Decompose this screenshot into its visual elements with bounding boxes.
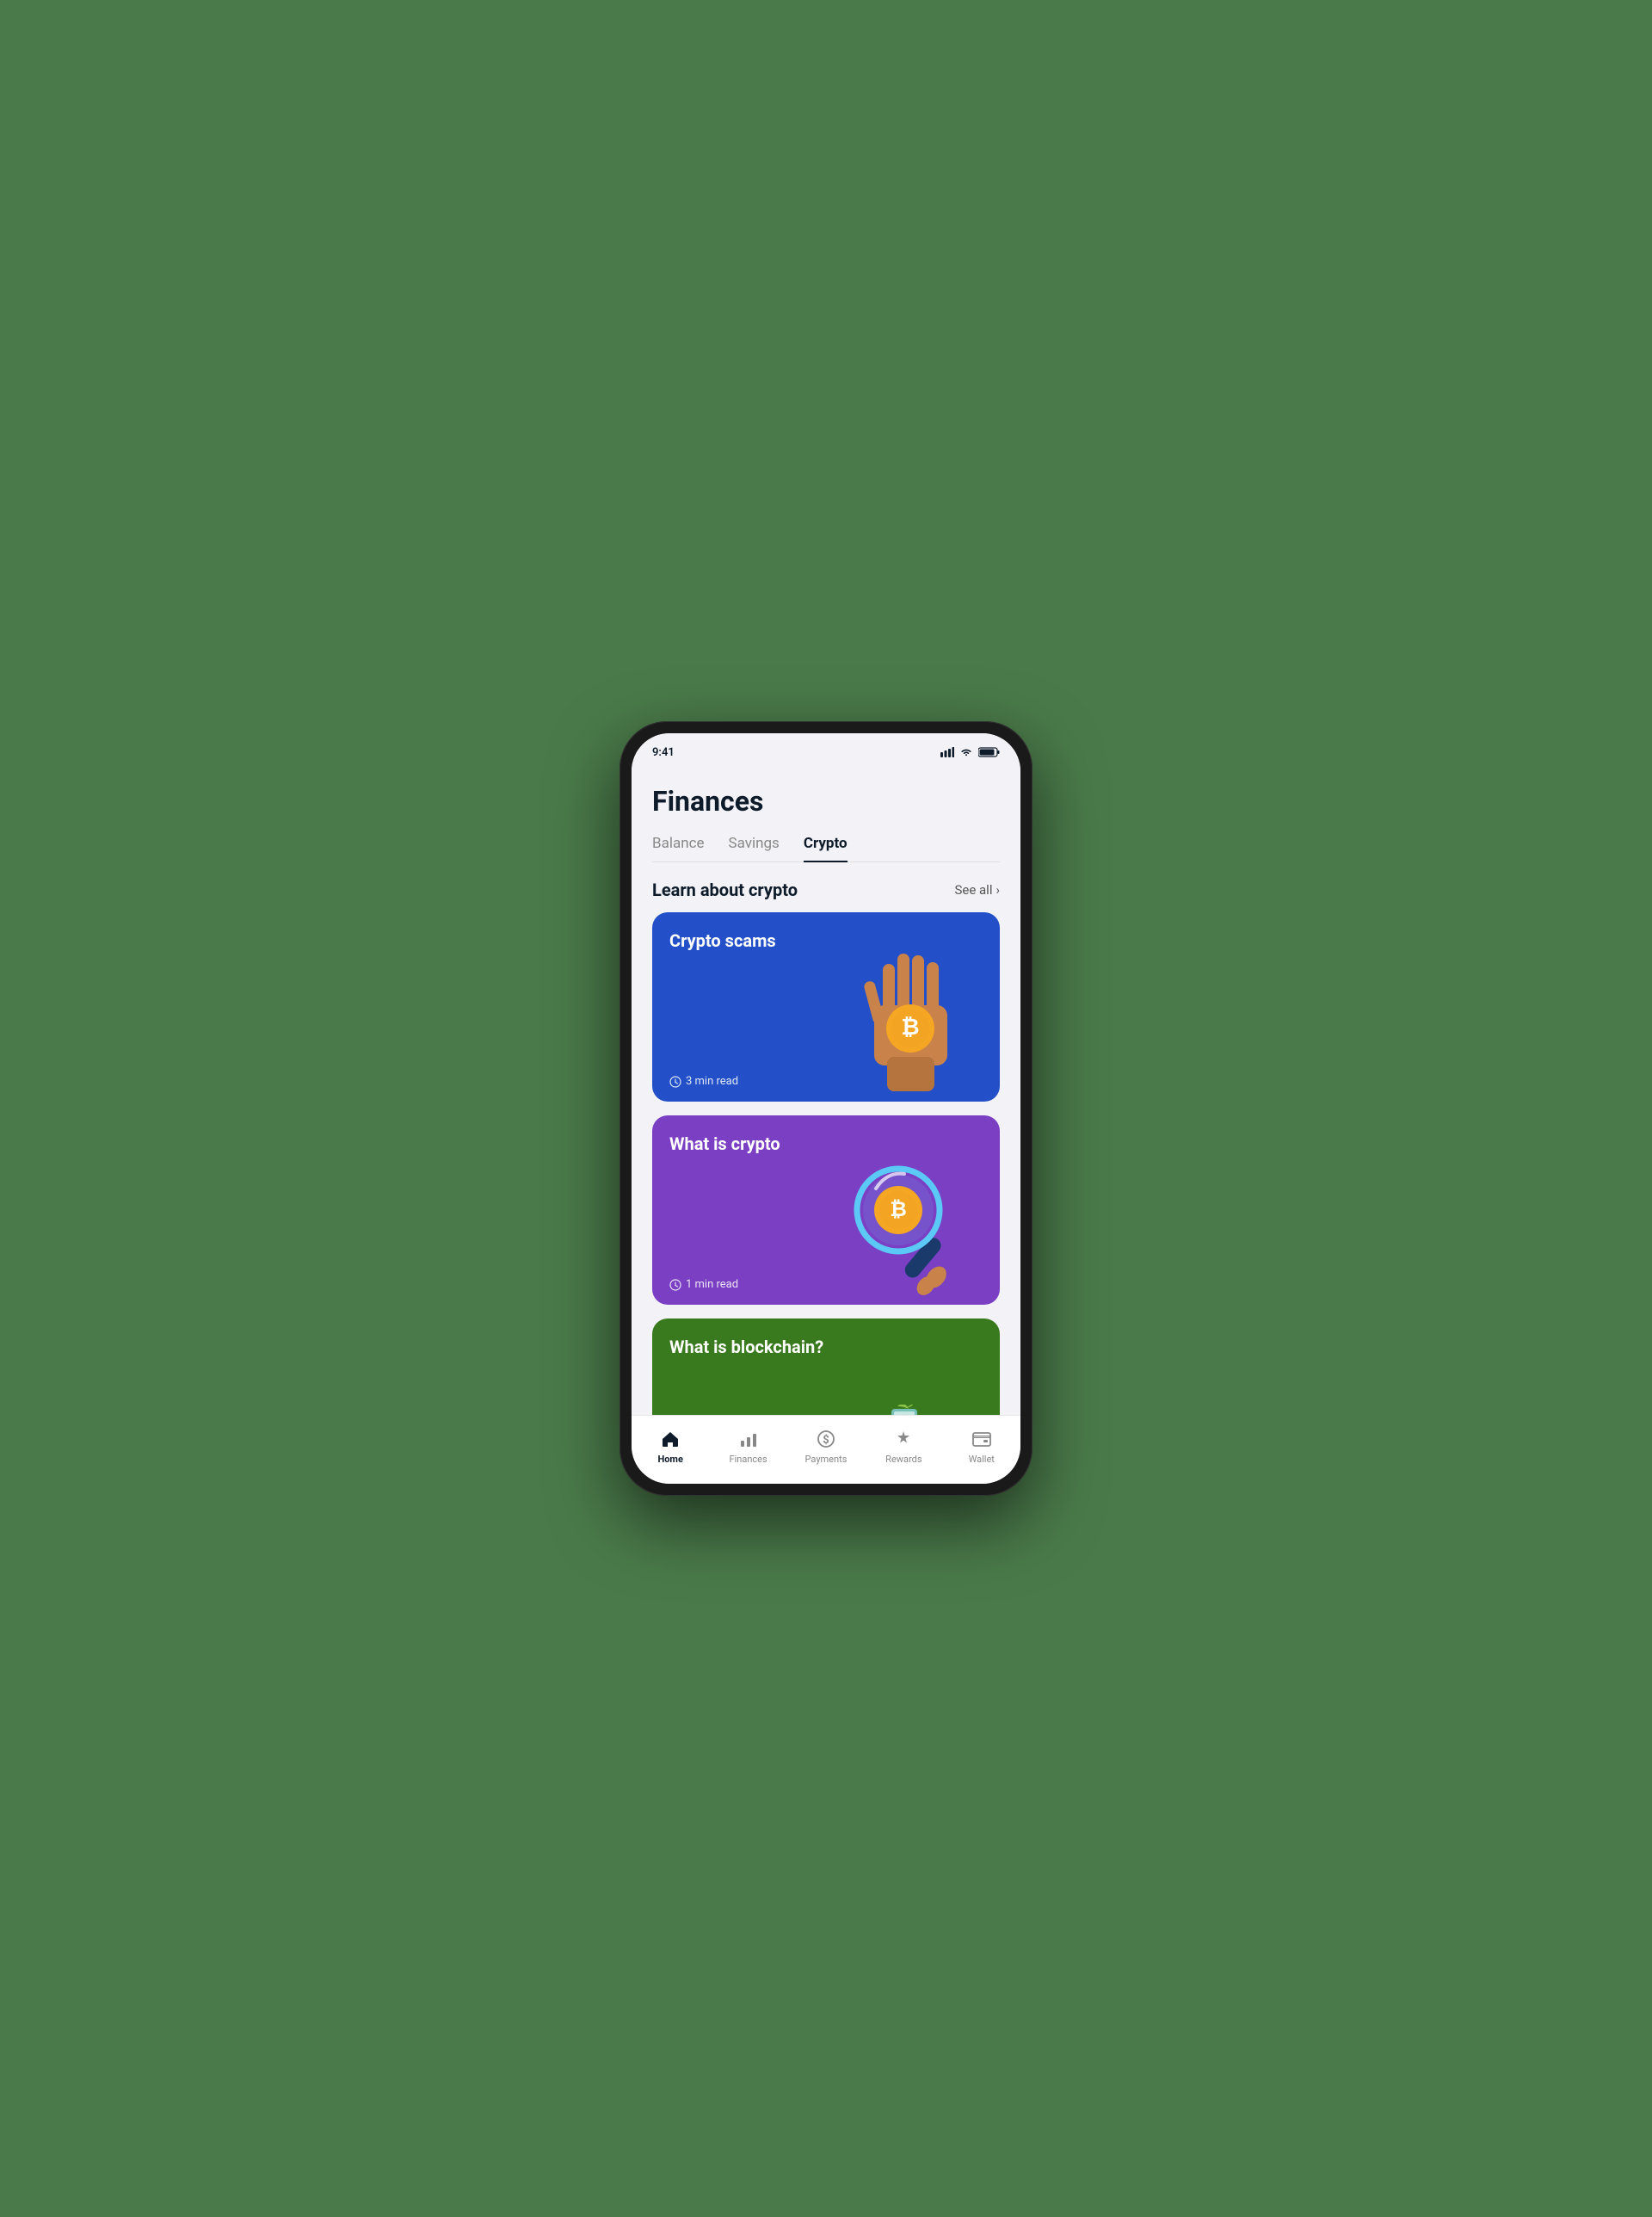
wifi-icon (959, 747, 973, 757)
article-card-what-is-crypto[interactable]: What is crypto ₿ (652, 1115, 1000, 1305)
article-card-crypto-scams[interactable]: Crypto scams (652, 912, 1000, 1102)
content-area: Finances Balance Savings Crypto Learn ab… (632, 771, 1020, 1415)
clock-icon-1 (669, 1076, 681, 1088)
svg-text:₿: ₿ (890, 1197, 907, 1221)
nav-item-wallet[interactable]: Wallet (956, 1428, 1008, 1465)
battery-icon (978, 747, 1000, 757)
nav-item-home[interactable]: Home (644, 1428, 696, 1465)
time-display: 9:41 (652, 746, 675, 759)
phone-screen: 9:41 (632, 733, 1020, 1484)
svg-text:$: $ (823, 1434, 829, 1447)
card-read-time-what-is-crypto: 1 min read (669, 1278, 738, 1291)
hand-illustration: ₿ (809, 912, 1000, 1102)
tab-savings[interactable]: Savings (729, 835, 780, 862)
signal-icon (940, 747, 954, 757)
phone-device: 9:41 (620, 721, 1032, 1496)
page-title: Finances (652, 785, 1000, 818)
tab-balance[interactable]: Balance (652, 835, 705, 862)
rewards-icon (892, 1428, 915, 1450)
card-title-crypto-scams: Crypto scams (669, 929, 776, 952)
card-read-time-crypto-scams: 3 min read (669, 1075, 738, 1088)
cards-container: Crypto scams (632, 912, 1020, 1415)
nav-label-payments: Payments (805, 1454, 848, 1465)
header-section: Finances Balance Savings Crypto (632, 771, 1020, 862)
card-title-what-is-blockchain: What is blockchain? (669, 1336, 823, 1358)
tabs-row: Balance Savings Crypto (652, 835, 1000, 862)
nav-item-rewards[interactable]: Rewards (878, 1428, 929, 1465)
section-title: Learn about crypto (652, 880, 798, 900)
article-card-what-is-blockchain[interactable]: What is blockchain? (652, 1318, 1000, 1415)
card-title-what-is-crypto: What is crypto (669, 1133, 780, 1155)
magnifier-illustration: ₿ (809, 1115, 1000, 1305)
blockchain-illustration (809, 1318, 1000, 1415)
payments-icon: $ (815, 1428, 837, 1450)
nav-item-finances[interactable]: Finances (723, 1428, 774, 1465)
see-all-link[interactable]: See all › (954, 882, 1000, 898)
finances-icon (737, 1428, 760, 1450)
svg-text:₿: ₿ (901, 1015, 919, 1041)
clock-icon-2 (669, 1279, 681, 1291)
wallet-icon (971, 1428, 993, 1450)
section-header: Learn about crypto See all › (632, 880, 1020, 900)
status-bar: 9:41 (632, 733, 1020, 771)
nav-item-payments[interactable]: $ Payments (800, 1428, 852, 1465)
tab-crypto[interactable]: Crypto (804, 835, 848, 862)
nav-label-home: Home (657, 1454, 682, 1465)
nav-label-rewards: Rewards (885, 1454, 922, 1465)
home-icon (659, 1428, 681, 1450)
bottom-nav: Home Finances $ (632, 1415, 1020, 1484)
nav-label-wallet: Wallet (969, 1454, 995, 1465)
nav-label-finances: Finances (730, 1454, 767, 1465)
